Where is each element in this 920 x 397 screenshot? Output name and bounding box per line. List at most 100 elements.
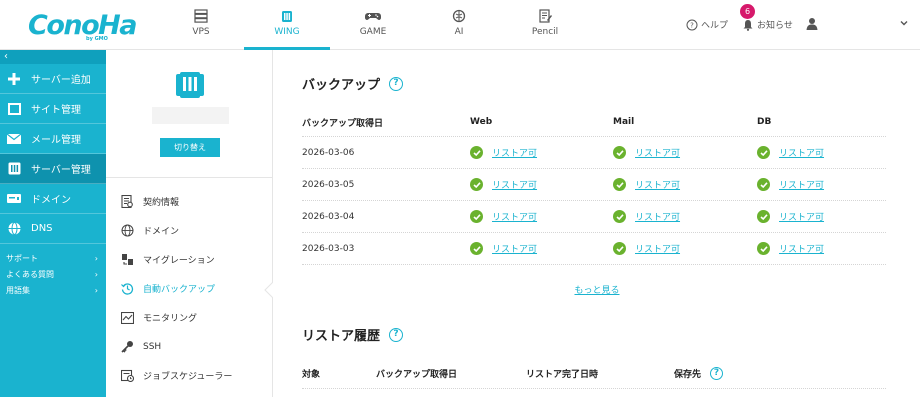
migration-icon — [120, 253, 134, 267]
backup-clock-icon — [120, 282, 134, 296]
check-circle-icon — [613, 242, 626, 255]
restore-mail-link[interactable]: リストア可 — [635, 146, 680, 159]
check-circle-icon — [613, 210, 626, 223]
sidebar-item-site[interactable]: サイト管理 — [0, 94, 106, 124]
logo-sub: by GMO — [86, 36, 108, 42]
show-more: もっと見る — [274, 283, 920, 296]
column-header: バックアップ取得日 — [302, 118, 384, 129]
backup-date: 2026-03-03 — [302, 243, 355, 254]
tab-label: Pencil — [531, 27, 559, 37]
help-circle-icon: ? — [686, 19, 698, 30]
main-content: バックアップ ? バックアップ取得日 Web Mail DB 2026-03-0… — [274, 50, 920, 397]
svg-text:?: ? — [690, 21, 694, 29]
restore-web-link[interactable]: リストア可 — [492, 146, 537, 159]
restore-db-link[interactable]: リストア可 — [779, 178, 824, 191]
sidebar-collapse-button[interactable]: ‹ — [0, 50, 106, 64]
tab-game[interactable]: GAME — [330, 0, 416, 49]
switch-server-button[interactable]: 切り替え — [160, 138, 220, 157]
column-header: バックアップ取得日 — [376, 369, 458, 380]
column-header-label: 保存先 — [674, 369, 702, 380]
conoha-logo[interactable]: ConoHa by GMO — [28, 10, 137, 42]
menu-item-label: SSH — [143, 341, 162, 352]
menu-item-monitoring[interactable]: モニタリング — [106, 303, 272, 332]
check-circle-icon — [470, 210, 483, 223]
menu-item-ssh[interactable]: SSH — [106, 332, 272, 361]
sidebar-item-add-server[interactable]: サーバー追加 — [0, 64, 106, 94]
menu-item-job-scheduler[interactable]: ジョブスケジューラー — [106, 361, 272, 390]
server-icon — [176, 72, 204, 98]
sidebar-item-label: サイト管理 — [31, 105, 81, 116]
column-header: Mail — [613, 117, 635, 127]
restore-history-table: 対象 バックアップ取得日 リストア完了日時 保存先 ? — [302, 358, 886, 389]
column-header: 保存先 ? — [674, 358, 724, 388]
check-circle-icon — [613, 178, 626, 191]
tab-wing[interactable]: WING — [244, 0, 330, 50]
notice-link[interactable]: お知らせ — [742, 18, 793, 31]
section-title: リストア履歴 — [302, 329, 381, 344]
server-menu: 契約情報 ドメイン マイグレーション 自動バックアップ モニタリング SSH ジ… — [106, 178, 272, 390]
menu-item-auto-backup[interactable]: 自動バックアップ — [106, 274, 272, 303]
glossary-link[interactable]: 用語集 › — [0, 282, 106, 298]
help-label: ヘルプ — [701, 21, 729, 31]
restore-mail-link[interactable]: リストア可 — [635, 178, 680, 191]
tab-pencil[interactable]: Pencil — [502, 0, 588, 49]
restore-db-link[interactable]: リストア可 — [779, 210, 824, 223]
user-icon — [806, 18, 818, 30]
sidebar-item-label: DNS — [31, 223, 53, 234]
table-row: 2026-03-05 リストア可 リストア可 リストア可 — [302, 169, 886, 201]
sidebar-item-label: メール管理 — [31, 135, 81, 146]
server-summary: 切り替え — [106, 50, 272, 178]
main-sidebar: ‹ サーバー追加 サイト管理 メール管理 サーバー管理 ドメイン DNS サポー… — [0, 50, 106, 397]
menu-item-contract[interactable]: 契約情報 — [106, 187, 272, 216]
sidebar-item-dns[interactable]: DNS — [0, 214, 106, 244]
backup-date: 2026-03-05 — [302, 179, 355, 190]
page-title: バックアップ — [302, 78, 381, 93]
tab-ai[interactable]: AI — [416, 0, 502, 49]
restore-web-link[interactable]: リストア可 — [492, 242, 537, 255]
sidebar-item-server[interactable]: サーバー管理 — [0, 154, 106, 184]
globe-icon — [120, 224, 134, 238]
column-header: 対象 — [302, 369, 321, 380]
menu-item-migration[interactable]: マイグレーション — [106, 245, 272, 274]
faq-link[interactable]: よくある質問 › — [0, 266, 106, 282]
user-menu[interactable] — [806, 17, 818, 33]
restore-db-link[interactable]: リストア可 — [779, 146, 824, 159]
plus-icon — [6, 71, 22, 87]
question-icon[interactable]: ? — [389, 76, 404, 91]
globe-icon — [6, 221, 22, 237]
check-circle-icon — [757, 210, 770, 223]
sidebar-item-mail[interactable]: メール管理 — [0, 124, 106, 154]
restore-mail-link[interactable]: リストア可 — [635, 242, 680, 255]
menu-item-domain[interactable]: ドメイン — [106, 216, 272, 245]
server-icon — [6, 161, 22, 177]
question-icon[interactable]: ? — [389, 327, 404, 342]
header-dropdown[interactable] — [899, 18, 909, 31]
check-circle-icon — [470, 178, 483, 191]
mail-icon — [6, 131, 22, 147]
menu-item-label: ドメイン — [143, 227, 180, 237]
help-link[interactable]: ? ヘルプ — [686, 18, 728, 31]
notice-label: お知らせ — [757, 21, 793, 31]
sidebar-item-domain[interactable]: ドメイン — [0, 184, 106, 214]
chevron-right-icon: › — [94, 285, 98, 295]
tab-label: VPS — [192, 27, 210, 37]
tab-label: GAME — [359, 27, 387, 37]
tab-vps[interactable]: VPS — [158, 0, 244, 49]
restore-db-link[interactable]: リストア可 — [779, 242, 824, 255]
pencil-doc-icon — [539, 9, 552, 23]
monitor-icon — [120, 311, 134, 325]
backup-date: 2026-03-06 — [302, 147, 355, 158]
table-header: 対象 バックアップ取得日 リストア完了日時 保存先 ? — [302, 358, 886, 389]
support-links: サポート › よくある質問 › 用語集 › — [0, 244, 106, 298]
check-circle-icon — [757, 146, 770, 159]
column-header: DB — [757, 117, 772, 127]
restore-mail-link[interactable]: リストア可 — [635, 210, 680, 223]
backup-section-title: バックアップ ? — [302, 74, 404, 93]
domain-icon — [6, 191, 22, 207]
active-pointer — [264, 282, 273, 298]
restore-web-link[interactable]: リストア可 — [492, 178, 537, 191]
support-link[interactable]: サポート › — [0, 250, 106, 266]
restore-web-link[interactable]: リストア可 — [492, 210, 537, 223]
show-more-link[interactable]: もっと見る — [574, 286, 619, 296]
question-icon[interactable]: ? — [710, 366, 724, 380]
